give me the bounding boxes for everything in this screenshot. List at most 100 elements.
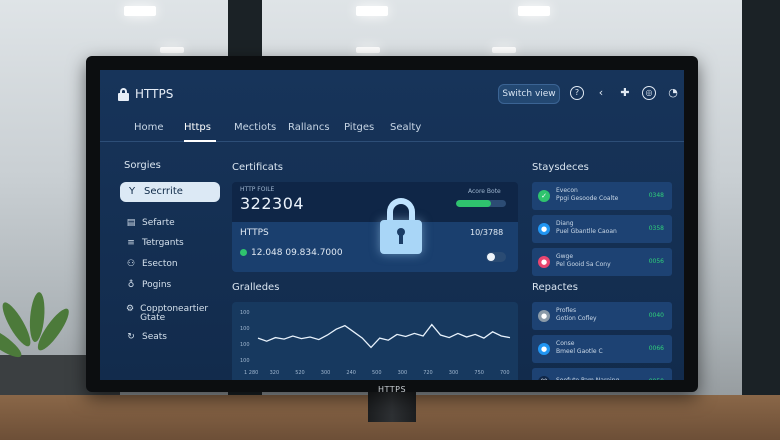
sidebar-item-pogins[interactable]: ♁ Pogins [126,280,172,290]
status-row-line1: Gwge [556,253,574,260]
status-status-icon: ✓ [538,190,550,202]
status-row-line2: Pel Gooid Sa Cony [556,261,611,268]
sidebar-item-sefarte[interactable]: ▤ Sefarte [126,218,175,228]
nav-bar: Home Https Mectiots Rallancs Pitges Seal… [100,116,684,142]
cert-row-value: 10/3788 [470,228,504,237]
cert-address: 12.048 09.834.7000 [240,248,343,258]
pin-icon[interactable]: ✚ [618,86,632,100]
report-row-line2: Gotion Cofley [556,315,597,322]
chart-x-tick-label: 720 [423,370,433,376]
sidebar-item-label: Esecton [142,259,178,269]
chart-x-tick-label: 500 [372,370,382,376]
back-icon[interactable]: ‹ [594,86,608,100]
sidebar-item-seats[interactable]: ↻ Seats [126,332,167,342]
status-dot-icon [240,249,247,256]
chart-x-tick-label: 240 [346,370,356,376]
sidebar-title: Sorgies [124,160,161,171]
ceiling-light [356,6,388,16]
status-row-line2: Puel Gbantlle Caoan [556,228,617,235]
line-chart: 100 100 100 100 1 280 320 520 300 240 500 300 720 30… [240,310,511,376]
chart-x-tick-label: 300 [449,370,459,376]
nav-https[interactable]: Https [184,122,211,133]
brand[interactable]: HTTPS [118,87,173,101]
status-row[interactable]: ✓ Evecon Ppgi Gesoode Coalte 0348 [532,182,672,210]
ceiling-light [518,6,550,16]
people-icon: ⚇ [126,259,136,269]
sidebar-item-active[interactable]: Y Secrrite [120,182,220,202]
ceiling-light [124,6,156,16]
status-row[interactable]: ● Gwge Pel Gooid Sa Cony 0056 [532,248,672,276]
right-top-title: Staysdeces [532,162,589,173]
globe-icon[interactable]: ◎ [642,86,656,100]
sidebar-item-gtate[interactable]: ⚙ Copptoneartier Gtate [126,305,216,323]
cert-progress-bar [456,200,506,207]
nav-mectiots[interactable]: Mectiots [234,122,276,133]
status-row-line2: Ppgi Gesoode Coalte [556,195,619,202]
right-bottom-title: Repactes [532,282,578,293]
chart-x-tick-label: 300 [321,370,331,376]
refresh-icon: ↻ [127,332,135,342]
chart-y-tick-label: 100 [240,310,250,316]
report-row[interactable]: ● Conse Bmeel Gaotle C 0066 [532,335,672,363]
sidebar-item-tetrgants[interactable]: ≡ Tetrgants [126,238,184,248]
report-row[interactable]: ⌘ Soofute Pam Nareing 0050 [532,368,672,380]
ceiling-light [160,47,184,53]
lock-icon [118,87,129,101]
padlock-icon [380,198,422,254]
report-row-value: 0040 [648,312,664,319]
chat-icon[interactable]: ◔ [666,86,680,100]
status-row-value: 0348 [648,192,664,199]
chart-x-tick-label: 320 [270,370,280,376]
cert-toggle[interactable] [486,252,506,262]
sidebar-item-label: Seats [142,332,167,342]
chart-x-tick-label: 750 [474,370,484,376]
switch-view-button[interactable]: Switch view [498,84,560,104]
report-row-text: Conse Bmeel Gaotle C [556,340,603,356]
cert-small-label: HTTP FOILE [240,186,275,193]
nav-rallancs[interactable]: Rallancs [288,122,330,133]
chart-x-tick-label: 520 [295,370,305,376]
nav-sealty[interactable]: Sealty [390,122,421,133]
nav-pitges[interactable]: Pitges [344,122,374,133]
status-row-line1: Diang [556,220,574,227]
help-icon[interactable]: ? [570,86,584,100]
status-status-icon: ● [538,223,550,235]
settings-icon: ⚙ [126,304,135,314]
report-status-icon: ● [538,310,550,322]
report-row[interactable]: ● Profles Gotion Cofley 0040 [532,302,672,330]
nav-home[interactable]: Home [134,122,164,133]
sidebar-item-label: Copptoneartier Gtate [140,304,209,323]
sidebar-item-label: Sefarte [142,218,175,228]
chart-title: Gralledes [232,282,280,293]
chart-panel: 100 100 100 100 1 280 320 520 300 240 500 300 720 30… [232,302,518,380]
chart-x-tick-label: 1 280 [244,370,258,376]
chart-x-tick-label: 300 [398,370,408,376]
cert-address-text: 12.048 09.834.7000 [251,248,343,258]
status-row[interactable]: ● Diang Puel Gbantlle Caoan 0358 [532,215,672,243]
ceiling-light [356,47,380,53]
status-row-text: Diang Puel Gbantlle Caoan [556,220,617,236]
cert-row-label: HTTPS [240,228,269,238]
document-icon: ▤ [126,218,136,228]
report-row-value: 0050 [649,378,664,380]
cert-status-label: Acore Bote [468,188,501,195]
status-row-text: Gwge Pel Gooid Sa Cony [556,253,611,269]
status-row-value: 0056 [648,258,664,265]
report-row-text: Profles Gotion Cofley [556,307,597,323]
cert-progress-fill [456,200,491,207]
monitor-bezel-label: HTTPS [377,385,407,394]
sidebar-item-esecton[interactable]: ⚇ Esecton [126,259,178,269]
chart-y-tick-label: 100 [240,358,250,364]
top-icons: ? ‹ ✚ ◎ ◔ [570,86,680,100]
y-icon: Y [129,186,136,197]
window-frame [742,0,780,440]
report-row-line1: Profles [556,307,577,314]
sidebar-item-label: Pogins [142,280,172,290]
status-row-value: 0358 [648,225,664,232]
monitor-stand [368,392,416,422]
chart-y-tick-label: 100 [240,342,250,348]
status-row-text: Evecon Ppgi Gesoode Coalte [556,187,618,203]
sidebar-item-label: Tetrgants [142,238,184,248]
status-row-line1: Evecon [556,187,578,194]
certificates-title: Certificats [232,162,284,173]
